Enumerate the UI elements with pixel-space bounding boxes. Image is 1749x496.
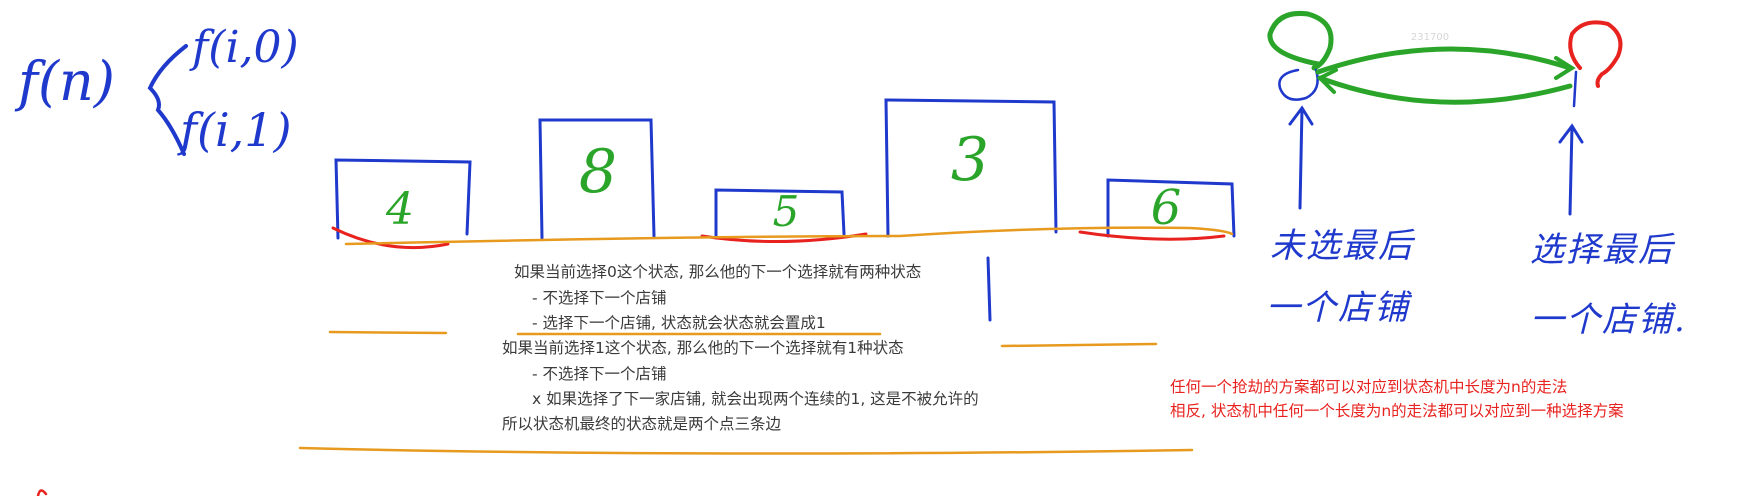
edge-selected-to-unselected [1317,75,1573,105]
shop-value: 3 [951,125,989,195]
arrow-up-selected [1558,123,1584,216]
formula-branch-top: f(i,0) [189,22,299,73]
note-line: - 不选择下一个店铺 [532,289,667,307]
arrow-up-unselected [1288,105,1314,210]
red-tick [36,489,48,496]
caption-unselected-line2: 一个店铺 [1266,288,1410,328]
shop-box: 8 [538,118,656,240]
note-line: - 不选择下一个店铺 [532,365,667,383]
caption-unselected-line1: 未选最后 [1270,226,1414,266]
note-line: 所以状态机最终的状态就是两个点三条边 [502,415,782,433]
state-node-selected [1572,70,1578,108]
red-note: 相反, 状态机中任何一个长度为n的走法都可以对应到一种选择方案 [1170,402,1624,420]
edge-unselected-to-selected [1315,46,1573,75]
state-machine: 231700 [1267,10,1623,216]
shop-value: 5 [773,187,800,236]
self-loop-selected [1568,20,1623,88]
note-line: 如果当前选择1这个状态, 那么他的下一个选择就有1种状态 [502,339,904,357]
shop-box: 5 [700,187,868,244]
formula-main: f(n) [14,50,115,113]
note-line: - 选择下一个店铺, 状态就会状态就会置成1 [532,314,826,332]
state-watermark: 231700 [1411,32,1449,43]
shop-row: 4 8 5 3 6 [331,98,1236,322]
note-line: x 如果选择了下一家店铺, 就会出现两个连续的1, 这是不被允许的 [532,390,979,408]
shop-box: 3 [884,98,1058,322]
state-node-unselected [1278,68,1319,101]
note-line: 如果当前选择0这个状态, 那么他的下一个选择就有两种状态 [514,263,922,281]
caption-selected-line1: 选择最后 [1530,230,1674,270]
red-note: 任何一个抢劫的方案都可以对应到状态机中长度为n的走法 [1170,378,1568,396]
shop-box: 4 [331,158,472,250]
self-loop-unselected [1267,10,1334,71]
caption-selected-line2: 一个店铺. [1530,300,1687,340]
shop-value: 8 [579,137,617,207]
formula: f(n) f(i,0) f(i,1) [14,22,299,157]
shop-value: 4 [385,184,414,235]
formula-branch-bottom: f(i,1) [177,103,292,157]
